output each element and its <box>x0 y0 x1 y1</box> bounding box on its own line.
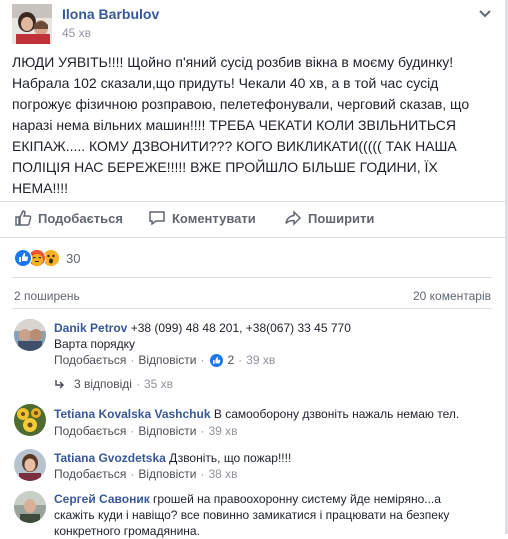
divider <box>12 308 492 309</box>
comment-author[interactable]: Tatiana Gvozdetska <box>54 451 166 465</box>
comment-actions: Подобається · Відповісти · 39 хв <box>54 424 238 438</box>
chevron-down-icon[interactable] <box>478 6 492 20</box>
share-icon <box>285 210 302 226</box>
divider <box>12 277 492 278</box>
comment-text: конкретного громадянина. <box>54 524 200 538</box>
author-avatar[interactable] <box>12 4 52 44</box>
comment-body: Сергей Савоник грошей на правоохоронну с… <box>54 491 494 507</box>
post-text-line: ПОЛІЦІЯ НАС БЕРЕЖЕ!!!!! ВЖЕ ПРОЙШЛО БІЛЬ… <box>12 159 438 175</box>
comment-like-count[interactable]: 2 <box>227 353 234 367</box>
reactions-summary[interactable]: 30 <box>14 248 80 268</box>
share-button[interactable]: Поширити <box>284 208 374 228</box>
reply-arrow-icon <box>55 380 65 389</box>
comments-count[interactable]: 20 коментарів <box>413 289 491 303</box>
view-replies[interactable]: 3 відповіді · 35 хв <box>54 377 173 391</box>
comment-body: Tetiana Kovalska Vashchuk В самооборону … <box>54 406 494 422</box>
post-text: ЛЮДИ УЯВІТЬ!!!! Щойно п'яний сусід розби… <box>12 52 482 199</box>
post-text-line: ЛЮДИ УЯВІТЬ!!!! Щойно п'яний сусід розби… <box>12 54 454 70</box>
divider <box>0 237 505 238</box>
comment-reply-link[interactable]: Відповісти <box>138 353 196 367</box>
share-label: Поширити <box>308 210 375 226</box>
thumbs-up-icon <box>15 210 32 226</box>
comment-text: Варта порядку <box>54 337 136 351</box>
comment-text: грошей на правоохоронну систему йде немі… <box>149 492 441 506</box>
commenter-avatar[interactable] <box>14 491 46 523</box>
comment-button[interactable]: Коментувати <box>148 208 256 228</box>
like-reaction-icon <box>14 249 32 267</box>
post-timestamp[interactable]: 45 хв <box>62 26 91 40</box>
separator-dot: · <box>238 353 243 367</box>
post-author[interactable]: Ilona Barbulov <box>62 6 159 22</box>
comment-author[interactable]: Сергей Савоник <box>54 492 150 506</box>
separator-dot: · <box>200 424 205 438</box>
comment-time[interactable]: 38 хв <box>208 467 237 481</box>
separator-dot: · <box>130 353 135 367</box>
comment-like-link[interactable]: Подобається <box>54 467 126 481</box>
separator-dot: · <box>130 424 135 438</box>
like-badge-icon <box>210 353 224 367</box>
comment-time[interactable]: 39 хв <box>246 353 275 367</box>
comment-icon <box>149 211 165 226</box>
comment-text: скажіть куди і навіщо? все повинно замик… <box>54 508 450 522</box>
separator-dot: · <box>130 467 135 481</box>
commenter-avatar[interactable] <box>14 449 46 481</box>
separator-dot: · <box>135 377 140 391</box>
reactions-count: 30 <box>66 250 81 266</box>
comment-actions: Подобається · Відповісти · 38 хв <box>54 467 238 481</box>
comment-author[interactable]: Tetiana Kovalska Vashchuk <box>54 407 211 421</box>
comment-text: +38 (099) 48 48 201, +38(067) 33 45 770 <box>127 321 351 335</box>
comment-label: Коментувати <box>172 210 256 226</box>
commenter-avatar[interactable] <box>14 319 46 351</box>
like-button[interactable]: Подобається <box>14 208 123 228</box>
post-action-bar: Подобається Коментувати Поширити <box>0 202 505 236</box>
comment-author[interactable]: Danik Petrov <box>54 321 127 335</box>
comment-reply-link[interactable]: Відповісти <box>138 424 196 438</box>
post-text-line: Набрала 102 сказали,що придуть! Чекали 4… <box>12 75 439 91</box>
post-text-line: ЕКІПАЖ..... КОМУ ДЗВОНИТИ??? КОГО ВИКЛИК… <box>12 138 457 154</box>
comment-like-link[interactable]: Подобається <box>54 353 126 367</box>
replies-time: 35 хв <box>143 377 173 391</box>
post-text-line: наразі нема вільних машин!!!! ТРЕБА ЧЕКА… <box>12 117 456 133</box>
comment-text: Дзвоніть, що пожар!!!! <box>165 451 292 465</box>
separator-dot: · <box>200 353 205 367</box>
shares-count[interactable]: 2 поширень <box>14 289 80 303</box>
comment-like-link[interactable]: Подобається <box>54 424 126 438</box>
comment-body: Tatiana Gvozdetska Дзвоніть, що пожар!!!… <box>54 450 494 466</box>
separator-dot: · <box>200 467 205 481</box>
post-text-line: НЕМА!!!! <box>12 180 69 196</box>
like-label: Подобається <box>38 210 123 226</box>
commenter-avatar[interactable] <box>14 404 46 436</box>
post-text-line: погрожує фізичною розправою, пелетефонув… <box>12 96 470 112</box>
comment-actions: Подобається · Відповісти · 2 · 39 хв <box>54 353 275 367</box>
replies-link[interactable]: 3 відповіді <box>74 377 132 391</box>
comment-time[interactable]: 39 хв <box>208 424 237 438</box>
comment-body: Danik Petrov +38 (099) 48 48 201, +38(06… <box>54 320 494 336</box>
comment-text: В самооборону дзвоніть нажаль немаю тел. <box>210 407 460 421</box>
comment-reply-link[interactable]: Відповісти <box>138 467 196 481</box>
